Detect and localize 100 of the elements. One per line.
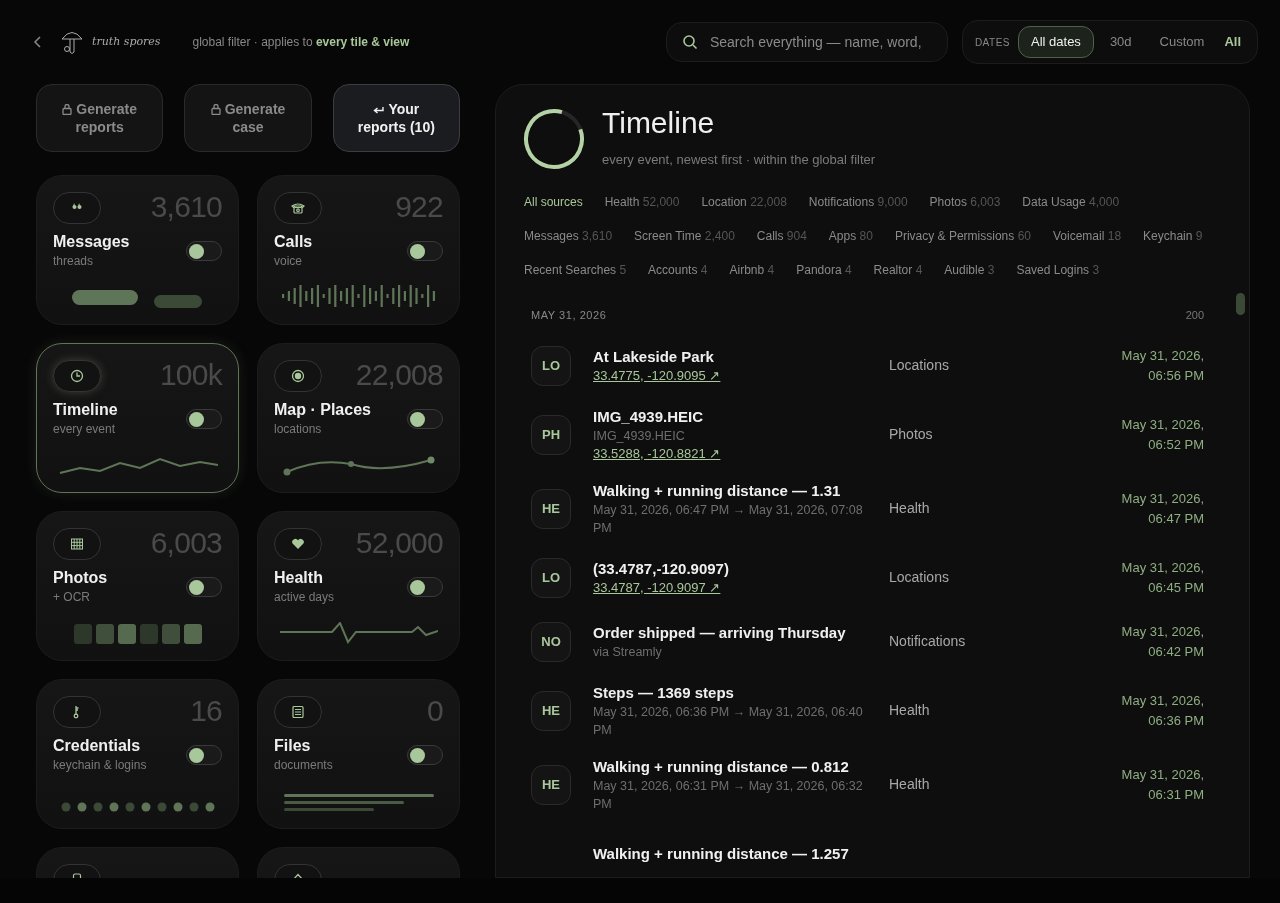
event-source: Locations xyxy=(889,568,950,587)
search-icon xyxy=(681,34,698,50)
date-option[interactable]: Custom xyxy=(1147,26,1217,58)
source-filter[interactable]: Voicemail 18 xyxy=(1053,227,1122,245)
event-date: May 31, 2026, xyxy=(1121,622,1204,641)
event-source: Photos xyxy=(889,425,934,444)
source-filter[interactable]: Keychain 9 xyxy=(1143,227,1203,245)
date-option[interactable]: All dates xyxy=(1018,26,1094,58)
source-filter[interactable]: Accounts 4 xyxy=(648,261,708,279)
event-title: At Lakeside Park xyxy=(593,346,715,367)
date-option[interactable]: 30d xyxy=(1097,26,1144,58)
event-source: Health xyxy=(889,701,931,720)
toggle-switch[interactable] xyxy=(186,409,222,429)
source-badge: NO xyxy=(531,621,571,662)
brand-name: truth spores xyxy=(92,33,161,50)
day-count: 200 xyxy=(1185,308,1204,323)
event-time: 06:45 PM xyxy=(1148,578,1204,597)
target-icon xyxy=(291,369,305,383)
grid-icon xyxy=(70,537,84,551)
source-badge: HE xyxy=(531,690,571,731)
scope-button[interactable]: All xyxy=(1224,32,1241,52)
event-title: Walking + running distance — 1.257 xyxy=(593,843,850,864)
source-filter[interactable]: Notifications 9,000 xyxy=(808,193,908,211)
event-title: Walking + running distance — 1.31 xyxy=(593,480,842,501)
timeline-subtitle: every event, newest first · within the global filter xyxy=(602,151,876,170)
tile-title: Calls xyxy=(274,232,313,252)
tile-title: Map · Places xyxy=(274,400,371,420)
source-badge: PH xyxy=(531,414,571,455)
event-time: 06:42 PM xyxy=(1148,642,1204,661)
source-filter[interactable]: Location 22,008 xyxy=(701,193,787,211)
source-filter[interactable]: All sources xyxy=(524,193,583,211)
toggle-switch[interactable] xyxy=(407,745,443,765)
tile-subtitle: threads xyxy=(53,253,95,270)
source-badge: HE xyxy=(531,764,571,805)
event-date: May 31, 2026, xyxy=(1121,346,1204,365)
coordinates-link[interactable]: 33.5288, -120.8821 ↗ xyxy=(593,444,867,463)
source-filter[interactable]: Photos 6,003 xyxy=(929,193,1001,211)
scrollbar-thumb[interactable] xyxy=(1236,293,1245,315)
tile-title: Health xyxy=(274,568,324,588)
coordinates-link[interactable]: 33.4775, -120.9095 ↗ xyxy=(593,366,867,385)
event-date: May 31, 2026, xyxy=(1121,415,1204,434)
toggle-switch[interactable] xyxy=(186,241,222,261)
source-filter[interactable]: Messages 3,610 xyxy=(524,227,613,245)
source-filter[interactable]: Saved Logins 3 xyxy=(1016,261,1100,279)
toggle-switch[interactable] xyxy=(407,577,443,597)
event-title: (33.4787,-120.9097) xyxy=(593,558,730,579)
source-filter[interactable]: Screen Time 2,400 xyxy=(634,227,735,245)
source-filter[interactable]: Recent Searches 5 xyxy=(524,261,627,279)
lock-icon xyxy=(210,104,221,115)
source-badge: HE xyxy=(531,488,571,529)
event-detail: via Streamly xyxy=(593,643,663,661)
toggle-switch[interactable] xyxy=(407,241,443,261)
source-badge: LO xyxy=(531,345,571,386)
event-detail: May 31, 2026, 06:31 PM → May 31, 2026, 06:32 PM xyxy=(593,777,864,813)
tile-subtitle: active days xyxy=(274,589,335,606)
filter-note: global filter · applies to every tile & view xyxy=(192,34,410,51)
event-detail: May 31, 2026, 06:47 PM → May 31, 2026, 07:08 PM xyxy=(593,501,864,537)
source-filter[interactable]: Calls 904 xyxy=(756,227,807,245)
heart-icon xyxy=(291,537,305,551)
source-filter[interactable]: Apps 80 xyxy=(828,227,873,245)
source-filter[interactable]: Privacy & Permissions 60 xyxy=(894,227,1031,245)
event-time: 06:56 PM xyxy=(1148,366,1204,385)
document-icon xyxy=(291,705,305,719)
event-source: Locations xyxy=(889,356,950,375)
toggle-switch[interactable] xyxy=(407,409,443,429)
toggle-switch[interactable] xyxy=(186,745,222,765)
source-badge: LO xyxy=(531,557,571,598)
toggle-switch[interactable] xyxy=(186,577,222,597)
event-title: Steps — 1369 steps xyxy=(593,682,735,703)
coordinates-link[interactable]: 33.4787, -120.9097 ↗ xyxy=(593,578,867,597)
tile-subtitle: every event xyxy=(53,421,117,438)
event-title: Walking + running distance — 0.812 xyxy=(593,756,850,777)
event-detail: IMG_4939.HEIC xyxy=(593,427,686,445)
source-filter[interactable]: Data Usage 4,000 xyxy=(1022,193,1120,211)
source-filter[interactable]: Realtor 4 xyxy=(873,261,923,279)
tile-title: Timeline xyxy=(53,400,118,420)
tile-subtitle: locations xyxy=(274,421,323,438)
source-filter[interactable]: Audible 3 xyxy=(944,261,995,279)
tile-title: Photos xyxy=(53,568,108,588)
event-source: Health xyxy=(889,775,931,794)
event-title: IMG_4939.HEIC xyxy=(593,406,705,427)
back-icon[interactable] xyxy=(32,36,44,48)
event-date: May 31, 2026, xyxy=(1121,765,1204,784)
tile-title: Credentials xyxy=(53,736,142,756)
event-detail: May 31, 2026, 06:36 PM → May 31, 2026, 06:40 PM xyxy=(593,703,864,739)
event-source: Health xyxy=(889,499,931,518)
event-date: May 31, 2026, xyxy=(1121,489,1204,508)
event-title: Order shipped — arriving Thursday xyxy=(593,622,847,643)
event-time: 06:47 PM xyxy=(1148,509,1204,528)
day-heading: MAY 31, 2026 xyxy=(531,308,607,323)
source-filter[interactable]: Health 52,000 xyxy=(604,193,680,211)
event-time: 06:36 PM xyxy=(1148,711,1204,730)
action-button[interactable]: Generate case xyxy=(184,84,312,152)
action-button[interactable]: Your reports (10) xyxy=(332,84,460,152)
lock-icon xyxy=(62,104,73,115)
search-field[interactable]: Search everything — name, word, xyxy=(665,22,948,62)
source-filter[interactable]: Airbnb 4 xyxy=(729,261,775,279)
source-filter[interactable]: Pandora 4 xyxy=(796,261,852,279)
action-button[interactable]: Generate reports xyxy=(36,84,164,152)
tile-subtitle: documents xyxy=(274,757,333,774)
